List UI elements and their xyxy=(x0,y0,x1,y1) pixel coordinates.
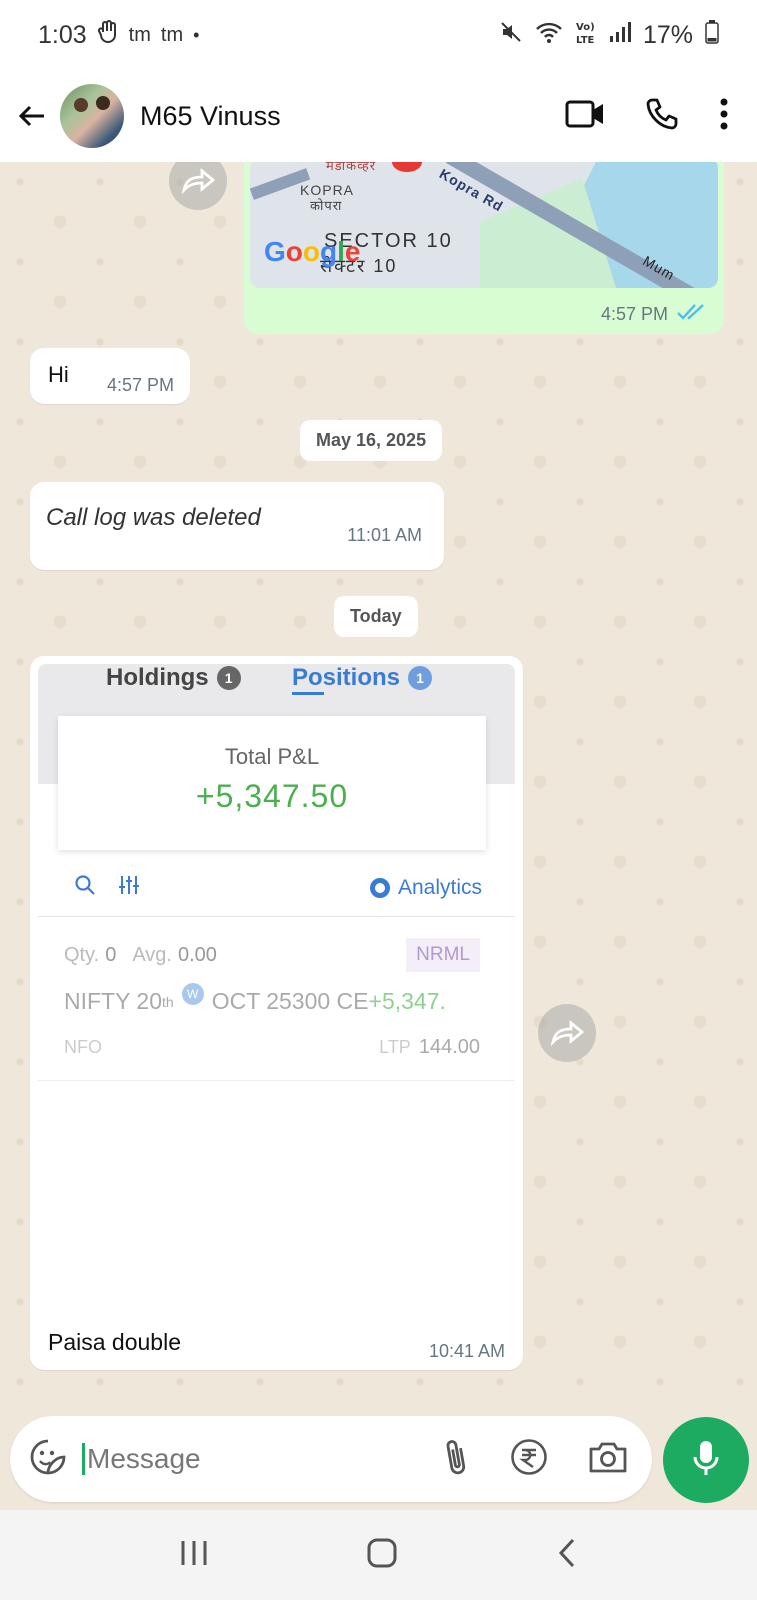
back-arrow-icon[interactable] xyxy=(12,96,52,136)
product-badge: NRML xyxy=(406,938,480,972)
notification-dot: • xyxy=(193,24,200,45)
status-bar: 1:03 tm tm • Vo) LTE 17% xyxy=(0,0,757,70)
phone-icon[interactable] xyxy=(645,97,679,136)
hi-message-bubble[interactable]: Hi 4:57 PM xyxy=(30,348,190,404)
gesture-hand-icon xyxy=(97,19,119,51)
image-caption: Paisa double xyxy=(48,1329,181,1355)
position-symbol-row: NIFTY 20th W OCT 25300 CE +5,347. xyxy=(64,982,510,1015)
status-time: 1:03 xyxy=(38,20,87,49)
recent-apps-icon[interactable] xyxy=(179,1539,209,1572)
image-message-bubble[interactable]: Holdings 1 Positions 1 Total P&L +5,347.… xyxy=(30,656,523,1370)
message-composer xyxy=(10,1416,652,1502)
message-time: 11:01 AM xyxy=(347,525,422,545)
attach-icon[interactable] xyxy=(442,1437,470,1482)
google-logo: Google xyxy=(264,236,361,267)
chat-header: M65 Vinuss xyxy=(0,70,757,162)
date-separator-today: Today xyxy=(334,596,418,637)
call-log-message-bubble[interactable]: Call log was deleted 11:01 AM xyxy=(30,482,444,570)
system-nav-bar xyxy=(0,1510,757,1600)
map-label-hindi: मंडाकव्हर xyxy=(326,162,377,173)
position-pnl: +5,347. xyxy=(368,988,446,1014)
weekly-badge: W xyxy=(181,982,204,1005)
forward-icon[interactable] xyxy=(538,1004,596,1062)
pl-value: +5,347.50 xyxy=(195,778,349,814)
mic-button[interactable] xyxy=(663,1417,749,1503)
search-icon xyxy=(74,874,96,901)
signal-icon xyxy=(609,21,631,50)
message-input[interactable] xyxy=(82,1443,382,1475)
wifi-icon xyxy=(535,20,563,51)
date-separator: May 16, 2025 xyxy=(300,420,443,461)
carrier-label-1: tm xyxy=(128,23,151,46)
map-preview[interactable]: मंडाकव्हर KOPRA कोपरा Kopra Rd SECTOR 10… xyxy=(250,162,718,288)
message-time: 4:57 PM xyxy=(600,304,668,324)
message-time: 10:41 AM xyxy=(428,1341,505,1361)
avatar[interactable] xyxy=(60,84,124,148)
mute-icon xyxy=(499,20,523,51)
contact-name[interactable]: M65 Vinuss xyxy=(140,101,281,132)
sticker-icon[interactable] xyxy=(28,1437,68,1482)
video-call-icon[interactable] xyxy=(565,99,605,134)
message-time: 4:57 PM xyxy=(106,375,174,395)
double-check-icon xyxy=(676,303,706,326)
position-qty-row: Qty. 0 Avg. 0.00 NRML xyxy=(64,938,480,972)
map-message-bubble[interactable]: मंडाकव्हर KOPRA कोपरा Kopra Rd SECTOR 10… xyxy=(244,162,724,334)
message-text: Hi xyxy=(48,362,69,387)
total-pl-card: Total P&L +5,347.50 xyxy=(58,716,486,850)
home-icon[interactable] xyxy=(366,1537,398,1574)
battery-percent: 17% xyxy=(642,20,693,49)
rupee-payment-icon[interactable] xyxy=(510,1438,548,1481)
shared-screenshot[interactable]: Holdings 1 Positions 1 Total P&L +5,347.… xyxy=(38,664,515,1294)
forward-icon[interactable] xyxy=(169,162,227,210)
map-pin-icon xyxy=(392,162,422,172)
carrier-label-2: tm xyxy=(160,23,184,46)
message-text: Call log was deleted xyxy=(46,504,261,531)
svg-text:Vo): Vo) xyxy=(576,22,595,33)
back-icon[interactable] xyxy=(556,1537,578,1574)
tab-holdings: Holdings 1 xyxy=(106,664,241,692)
pl-label: Total P&L xyxy=(224,744,320,769)
analytics-icon xyxy=(369,877,390,898)
position-exchange-row: NFO LTP 144.00 xyxy=(64,1036,480,1058)
filter-icon xyxy=(118,874,140,901)
tab-positions: Positions 1 xyxy=(292,664,433,692)
analytics-link: Analytics xyxy=(369,876,482,900)
chat-area[interactable]: मंडाकव्हर KOPRA कोपरा Kopra Rd SECTOR 10… xyxy=(0,162,757,1410)
camera-icon[interactable] xyxy=(588,1440,628,1479)
battery-icon xyxy=(705,19,719,51)
volte-icon: Vo) LTE xyxy=(575,19,597,52)
more-vert-icon[interactable] xyxy=(719,97,729,136)
svg-text:LTE: LTE xyxy=(576,35,595,45)
map-label-kopra-hindi: कोपरा xyxy=(310,198,343,213)
mic-icon xyxy=(691,1439,721,1482)
